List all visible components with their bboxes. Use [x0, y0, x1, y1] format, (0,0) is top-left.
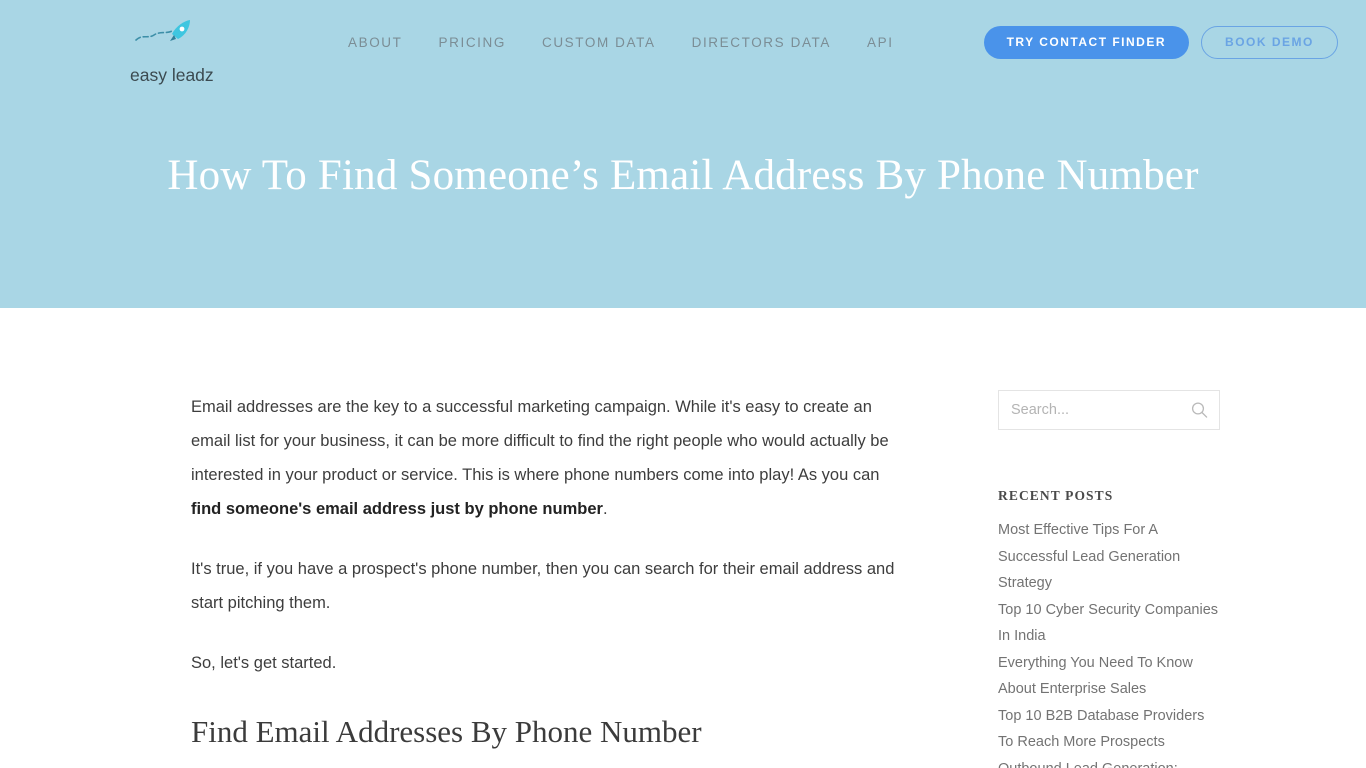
recent-post-link-3[interactable]: Everything You Need To Know About Enterp…	[998, 650, 1220, 703]
site-logo[interactable]: easy leadz	[130, 18, 226, 85]
nav-links: ABOUT PRICING CUSTOM DATA DIRECTORS DATA…	[330, 35, 912, 50]
hero-section: easy leadz ABOUT PRICING CUSTOM DATA DIR…	[0, 0, 1366, 308]
book-demo-button[interactable]: BOOK DEMO	[1201, 25, 1338, 59]
paragraph-1: Email addresses are the key to a success…	[191, 390, 901, 526]
page-title: How To Find Someone’s Email Address By P…	[167, 152, 1199, 199]
recent-post-link-2[interactable]: Top 10 Cyber Security Companies In India	[998, 597, 1220, 650]
section-heading: Find Email Addresses By Phone Number	[191, 714, 702, 749]
list-item: Everything You Need To Know About Enterp…	[998, 650, 1220, 703]
content-wrapper: Email addresses are the key to a success…	[0, 308, 1366, 768]
recent-post-link-1[interactable]: Most Effective Tips For A Successful Lea…	[998, 517, 1220, 597]
sidebar: RECENT POSTS Most Effective Tips For A S…	[998, 390, 1220, 768]
search-box[interactable]	[998, 390, 1220, 430]
list-item: Top 10 B2B Database Providers To Reach M…	[998, 703, 1220, 756]
logo-wordmark: easy leadz	[130, 65, 214, 85]
paragraph-1-text: Email addresses are the key to a success…	[191, 398, 889, 484]
nav-actions: TRY CONTACT FINDER BOOK DEMO	[983, 25, 1338, 59]
paragraph-1-tail: .	[602, 500, 608, 518]
recent-post-link-4[interactable]: Top 10 B2B Database Providers To Reach M…	[998, 703, 1220, 756]
nav-item-about[interactable]: ABOUT	[330, 35, 421, 50]
list-item: Outbound Lead Generation: Proven	[998, 756, 1220, 768]
paragraph-2: It's true, if you have a prospect's phon…	[191, 560, 895, 612]
rocket-icon	[135, 20, 190, 41]
search-input[interactable]	[999, 391, 1219, 429]
nav-item-custom-data[interactable]: CUSTOM DATA	[524, 35, 674, 50]
list-item: Top 10 Cyber Security Companies In India	[998, 597, 1220, 650]
search-icon[interactable]	[1191, 402, 1208, 419]
navigation-bar: easy leadz ABOUT PRICING CUSTOM DATA DIR…	[0, 0, 1366, 85]
try-contact-finder-button[interactable]: TRY CONTACT FINDER	[983, 25, 1190, 59]
paragraph-3: So, let's get started.	[191, 654, 337, 672]
list-item: Most Effective Tips For A Successful Lea…	[998, 517, 1220, 597]
recent-posts-list: Most Effective Tips For A Successful Lea…	[998, 517, 1220, 768]
nav-item-directors-data[interactable]: DIRECTORS DATA	[674, 35, 849, 50]
article-body: Email addresses are the key to a success…	[191, 390, 901, 768]
recent-posts-title: RECENT POSTS	[998, 488, 1114, 503]
recent-post-link-5[interactable]: Outbound Lead Generation: Proven	[998, 756, 1220, 768]
paragraph-1-bold: find someone's email address just by pho…	[191, 500, 603, 518]
nav-item-pricing[interactable]: PRICING	[421, 35, 524, 50]
nav-item-api[interactable]: API	[849, 35, 912, 50]
svg-text:easy leadz: easy leadz	[130, 65, 214, 85]
